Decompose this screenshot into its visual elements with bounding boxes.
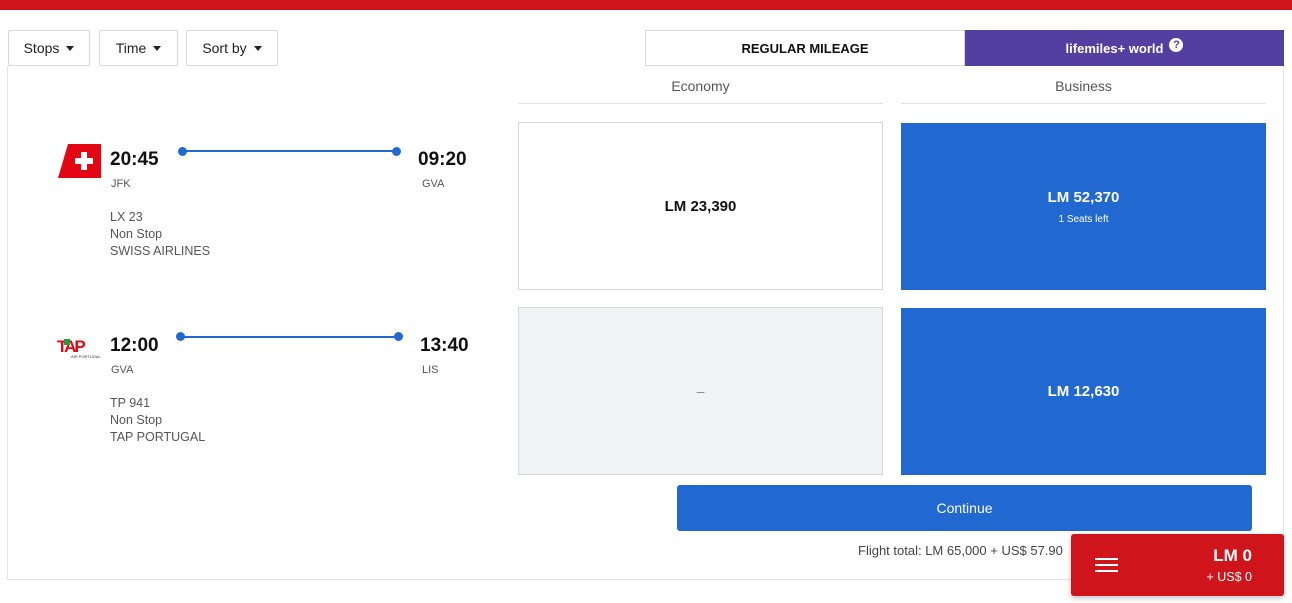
- stops-filter-button[interactable]: Stops: [8, 30, 90, 66]
- unavailable-dash: –: [696, 383, 705, 399]
- arrival-time: 09:20: [418, 149, 467, 170]
- arrival-airport: LIS: [422, 364, 439, 376]
- economy-column-header: Economy: [518, 78, 883, 104]
- business-fare-price: LM 52,370: [1047, 188, 1120, 206]
- arrival-time: 13:40: [420, 335, 469, 356]
- time-filter-button[interactable]: Time: [99, 30, 178, 66]
- swiss-logo-icon: [58, 144, 101, 178]
- continue-label: Continue: [936, 500, 993, 516]
- continue-button[interactable]: Continue: [677, 485, 1252, 531]
- flight-details: LX 23 Non Stop SWISS AIRLINES: [110, 209, 210, 260]
- tab-regular-mileage[interactable]: REGULAR MILEAGE: [645, 30, 965, 66]
- stops-info: Non Stop: [110, 227, 163, 241]
- departure-time: 12:00: [110, 335, 159, 356]
- flight-number: TP 941: [110, 396, 151, 410]
- sort-by-label: Sort by: [202, 40, 247, 56]
- tab-regular-label: REGULAR MILEAGE: [741, 40, 869, 56]
- stops-info: Non Stop: [110, 413, 163, 427]
- hamburger-menu-icon: [1095, 558, 1118, 573]
- airline-name: SWISS AIRLINES: [110, 244, 211, 258]
- route-line: [180, 336, 398, 338]
- economy-fare-unavailable: –: [518, 307, 883, 475]
- departure-airport: GVA: [111, 364, 134, 376]
- caret-down-icon: [153, 45, 162, 51]
- stops-filter-label: Stops: [23, 40, 60, 56]
- help-icon[interactable]: ?: [1169, 38, 1184, 52]
- flight-number: LX 23: [110, 210, 143, 224]
- route-end-dot: [392, 147, 401, 156]
- airline-name: TAP PORTUGAL: [110, 430, 206, 444]
- cart-miles-total: LM 0: [1213, 546, 1252, 565]
- seats-left-note: 1 Seats left: [1058, 213, 1109, 225]
- arrival-airport: GVA: [422, 178, 445, 190]
- caret-down-icon: [253, 45, 262, 51]
- economy-fare-price: LM 23,390: [664, 197, 737, 215]
- caret-down-icon: [66, 45, 75, 51]
- cart-cash-total: + US$ 0: [1206, 570, 1252, 584]
- route-line: [182, 150, 396, 152]
- business-fare-price: LM 12,630: [1047, 383, 1120, 400]
- route-end-dot: [394, 332, 403, 341]
- flight-details: TP 941 Non Stop TAP PORTUGAL: [110, 395, 205, 446]
- tab-lifemiles-world[interactable]: lifemiles+ world ?: [965, 30, 1284, 66]
- tab-world-label: lifemiles+ world: [1065, 40, 1164, 56]
- departure-airport: JFK: [111, 178, 131, 190]
- departure-time: 20:45: [110, 149, 159, 170]
- top-brand-bar: [0, 0, 1292, 10]
- cart-summary-button[interactable]: LM 0 + US$ 0: [1071, 534, 1284, 596]
- business-fare-card[interactable]: LM 52,370 1 Seats left: [901, 123, 1266, 290]
- business-column-header: Business: [901, 78, 1266, 104]
- business-fare-card[interactable]: LM 12,630: [901, 308, 1266, 475]
- flight-total: Flight total: LM 65,000 + US$ 57.90: [858, 543, 1063, 558]
- svg-text:AIR PORTUGAL: AIR PORTUGAL: [71, 354, 101, 359]
- tap-logo-icon: TAP AIR PORTUGAL: [57, 337, 103, 361]
- time-filter-label: Time: [115, 40, 147, 56]
- sort-by-button[interactable]: Sort by: [186, 30, 278, 66]
- economy-fare-card[interactable]: LM 23,390: [518, 122, 883, 290]
